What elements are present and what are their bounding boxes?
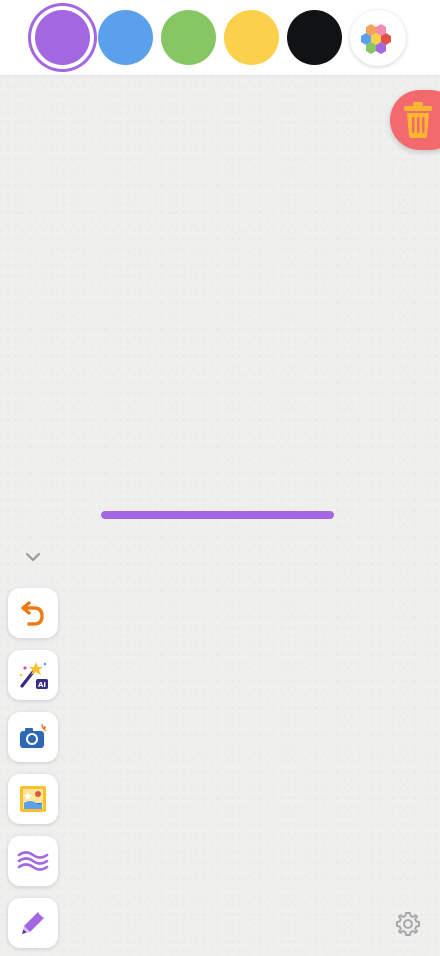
magic-wand-ai-icon: AI — [19, 662, 48, 689]
swatch-black[interactable] — [287, 10, 342, 65]
swatch-yellow[interactable] — [224, 10, 279, 65]
chevron-down-icon — [25, 552, 41, 562]
hexagon-palette-icon — [361, 24, 391, 54]
color-bar — [0, 0, 440, 75]
image-button[interactable] — [8, 774, 58, 824]
swatch-purple[interactable] — [35, 10, 90, 65]
trash-icon — [404, 102, 432, 138]
gear-icon — [396, 912, 420, 936]
pen-button[interactable] — [8, 898, 58, 948]
ai-magic-button[interactable]: AI — [8, 650, 58, 700]
collapse-toolbar-button[interactable] — [24, 548, 42, 567]
camera-button[interactable] — [8, 712, 58, 762]
wave-lines-icon — [17, 851, 49, 871]
drawn-stroke — [101, 511, 334, 519]
settings-button[interactable] — [394, 910, 422, 942]
color-palette-button[interactable] — [350, 10, 406, 66]
svg-text:AI: AI — [38, 681, 46, 689]
undo-arrow-icon — [21, 601, 44, 626]
swatch-green[interactable] — [161, 10, 216, 65]
picture-icon — [20, 786, 46, 812]
swatch-blue[interactable] — [98, 10, 153, 65]
undo-button[interactable] — [8, 588, 58, 638]
pen-icon — [22, 912, 44, 934]
camera-icon — [20, 724, 47, 748]
wave-texture-button[interactable] — [8, 836, 58, 886]
